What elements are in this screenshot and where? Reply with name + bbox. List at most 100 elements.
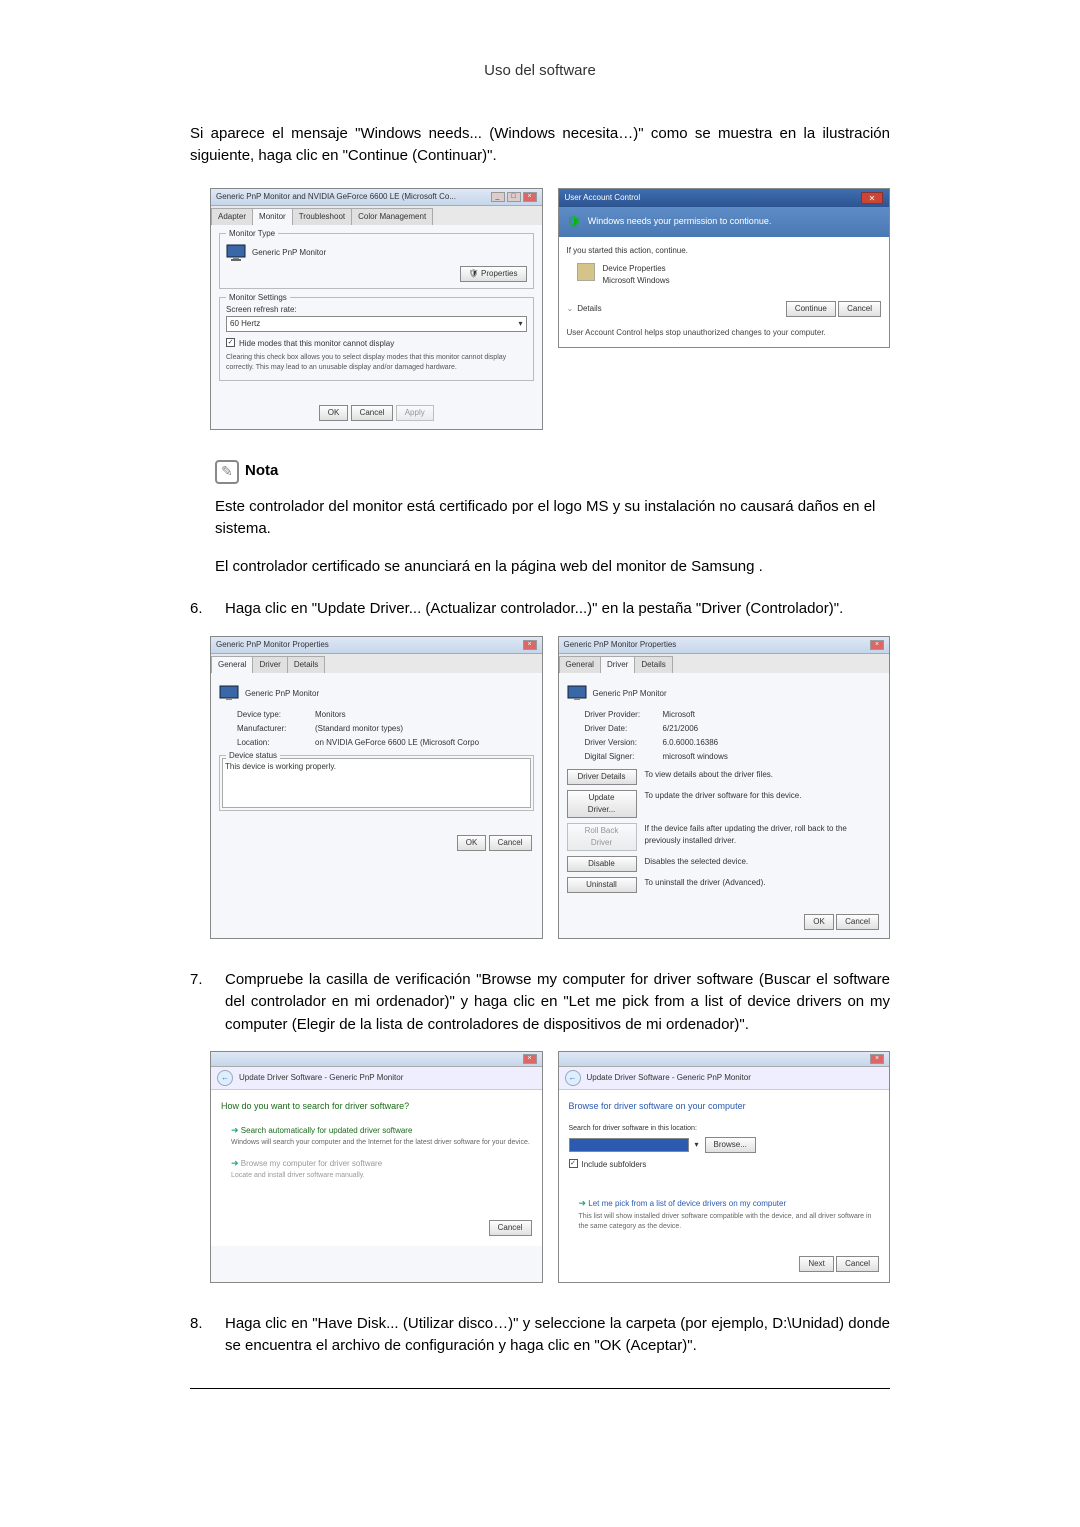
close-icon[interactable]: × <box>870 640 884 650</box>
uninstall-button[interactable]: Uninstall <box>567 877 637 893</box>
step-text: Haga clic en "Have Disk... (Utilizar dis… <box>225 1313 890 1358</box>
browse-button[interactable]: Browse... <box>705 1137 756 1153</box>
maximize-icon[interactable]: □ <box>507 192 521 202</box>
window-title: Generic PnP Monitor and NVIDIA GeForce 6… <box>216 191 456 203</box>
arrow-icon: ➜ <box>579 1198 587 1208</box>
step-6: 6. Haga clic en "Update Driver... (Actua… <box>190 598 890 621</box>
tab-adapter[interactable]: Adapter <box>211 208 253 225</box>
update-driver-button[interactable]: Update Driver... <box>567 790 637 818</box>
tabs: Adapter Monitor Troubleshoot Color Manag… <box>211 206 542 225</box>
figure-row-1: Generic PnP Monitor and NVIDIA GeForce 6… <box>210 188 890 430</box>
footer-divider <box>190 1388 890 1389</box>
search-location-label: Search for driver software in this locat… <box>569 1124 880 1135</box>
include-subfolders-label: Include subfolders <box>582 1159 647 1171</box>
properties-driver-dialog: Generic PnP Monitor Properties × General… <box>558 636 891 939</box>
tab-driver[interactable]: Driver <box>252 656 287 673</box>
uac-footer: User Account Control helps stop unauthor… <box>567 327 882 339</box>
shield-icon: 🛡 <box>567 213 582 231</box>
tab-general[interactable]: General <box>211 656 253 673</box>
wizard-breadcrumb: Update Driver Software - Generic PnP Mon… <box>587 1072 751 1084</box>
chevron-down-icon[interactable]: ⌄ <box>567 303 574 315</box>
update-driver-wizard-2: × ← Update Driver Software - Generic PnP… <box>558 1051 891 1283</box>
refresh-rate-select[interactable]: 60 Hertz▾ <box>226 316 527 332</box>
update-driver-wizard-1: × ← Update Driver Software - Generic PnP… <box>210 1051 543 1283</box>
rollback-driver-button[interactable]: Roll Back Driver <box>567 823 637 851</box>
properties-general-dialog: Generic PnP Monitor Properties × General… <box>210 636 543 939</box>
cancel-button[interactable]: Cancel <box>836 1256 879 1272</box>
uac-dialog: User Account Control ✕ 🛡 Windows needs y… <box>558 188 891 348</box>
ok-button[interactable]: OK <box>457 835 487 851</box>
location-input[interactable] <box>569 1138 689 1153</box>
tab-troubleshoot[interactable]: Troubleshoot <box>292 208 352 225</box>
step-7: 7. Compruebe la casilla de verificación … <box>190 969 890 1037</box>
properties-button[interactable]: 🛡 Properties <box>460 266 527 282</box>
step-text: Compruebe la casilla de verificación "Br… <box>225 969 890 1037</box>
tab-color-mgmt[interactable]: Color Management <box>351 208 433 225</box>
note-paragraph-1: Este controlador del monitor está certif… <box>215 496 890 541</box>
disable-button[interactable]: Disable <box>567 856 637 872</box>
figure-row-3: × ← Update Driver Software - Generic PnP… <box>210 1051 890 1283</box>
hide-modes-checkbox[interactable]: ✓ <box>226 338 235 347</box>
note-block: ✎ Nota Este controlador del monitor está… <box>215 460 890 579</box>
apply-button[interactable]: Apply <box>396 405 434 421</box>
tab-monitor[interactable]: Monitor <box>252 208 293 225</box>
uac-banner: 🛡 Windows needs your permission to conti… <box>559 207 890 237</box>
close-icon[interactable]: × <box>523 640 537 650</box>
back-arrow-icon[interactable]: ← <box>217 1070 233 1086</box>
close-icon[interactable]: ✕ <box>861 192 883 204</box>
browse-computer-option[interactable]: ➜ Browse my computer for driver software… <box>221 1157 532 1182</box>
cancel-button[interactable]: Cancel <box>838 301 881 317</box>
step-number: 6. <box>190 598 210 621</box>
driver-details-button[interactable]: Driver Details <box>567 769 637 785</box>
device-status-text: This device is working properly. <box>222 758 531 808</box>
device-properties-label: Device Properties <box>603 263 670 275</box>
arrow-icon: ➜ <box>231 1158 239 1168</box>
monitor-type-group: Monitor Type Generic PnP Monitor 🛡 Prope… <box>219 233 534 289</box>
wizard-breadcrumb: Update Driver Software - Generic PnP Mon… <box>239 1072 403 1084</box>
note-icon: ✎ <box>215 460 239 484</box>
note-title: Nota <box>245 460 278 483</box>
tab-driver[interactable]: Driver <box>600 656 635 673</box>
step-number: 7. <box>190 969 210 1037</box>
figure-row-2: Generic PnP Monitor Properties × General… <box>210 636 890 939</box>
monitor-name: Generic PnP Monitor <box>252 247 326 259</box>
ok-button[interactable]: OK <box>319 405 349 421</box>
continue-button[interactable]: Continue <box>786 301 836 317</box>
window-title: Generic PnP Monitor Properties <box>564 639 677 651</box>
details-expander[interactable]: Details <box>577 303 601 315</box>
note-paragraph-2: El controlador certificado se anunciará … <box>215 556 890 579</box>
wizard-heading: Browse for driver software on your compu… <box>569 1100 880 1114</box>
tab-general[interactable]: General <box>559 656 601 673</box>
cancel-button[interactable]: Cancel <box>351 405 394 421</box>
monitor-name: Generic PnP Monitor <box>593 688 667 700</box>
close-icon[interactable]: × <box>523 1054 537 1064</box>
ms-windows-label: Microsoft Windows <box>603 275 670 287</box>
cancel-button[interactable]: Cancel <box>836 914 879 930</box>
uac-titlebar: User Account Control ✕ <box>559 189 890 207</box>
include-subfolders-checkbox[interactable]: ✓ <box>569 1159 578 1168</box>
hide-modes-desc: Clearing this check box allows you to se… <box>226 353 527 374</box>
ok-button[interactable]: OK <box>804 914 834 930</box>
chevron-down-icon[interactable]: ▾ <box>695 1139 699 1151</box>
step-text: Haga clic en "Update Driver... (Actualiz… <box>225 598 890 621</box>
device-properties-icon <box>577 263 595 281</box>
step-number: 8. <box>190 1313 210 1358</box>
window-title: Generic PnP Monitor Properties <box>216 639 329 651</box>
pick-from-list-option[interactable]: ➜ Let me pick from a list of device driv… <box>569 1197 880 1233</box>
monitor-name: Generic PnP Monitor <box>245 688 319 700</box>
close-icon[interactable]: × <box>523 192 537 202</box>
cancel-button[interactable]: Cancel <box>489 1220 532 1236</box>
arrow-icon: ➜ <box>231 1125 239 1135</box>
close-icon[interactable]: × <box>870 1054 884 1064</box>
chevron-down-icon: ▾ <box>518 318 522 330</box>
step-8: 8. Haga clic en "Have Disk... (Utilizar … <box>190 1313 890 1358</box>
minimize-icon[interactable]: _ <box>491 192 505 202</box>
cancel-button[interactable]: Cancel <box>489 835 532 851</box>
tab-details[interactable]: Details <box>634 656 672 673</box>
search-auto-option[interactable]: ➜ Search automatically for updated drive… <box>221 1124 532 1149</box>
tab-details[interactable]: Details <box>287 656 325 673</box>
wizard-heading: How do you want to search for driver sof… <box>221 1100 532 1114</box>
back-arrow-icon[interactable]: ← <box>565 1070 581 1086</box>
monitor-icon <box>567 685 587 703</box>
next-button[interactable]: Next <box>799 1256 833 1272</box>
